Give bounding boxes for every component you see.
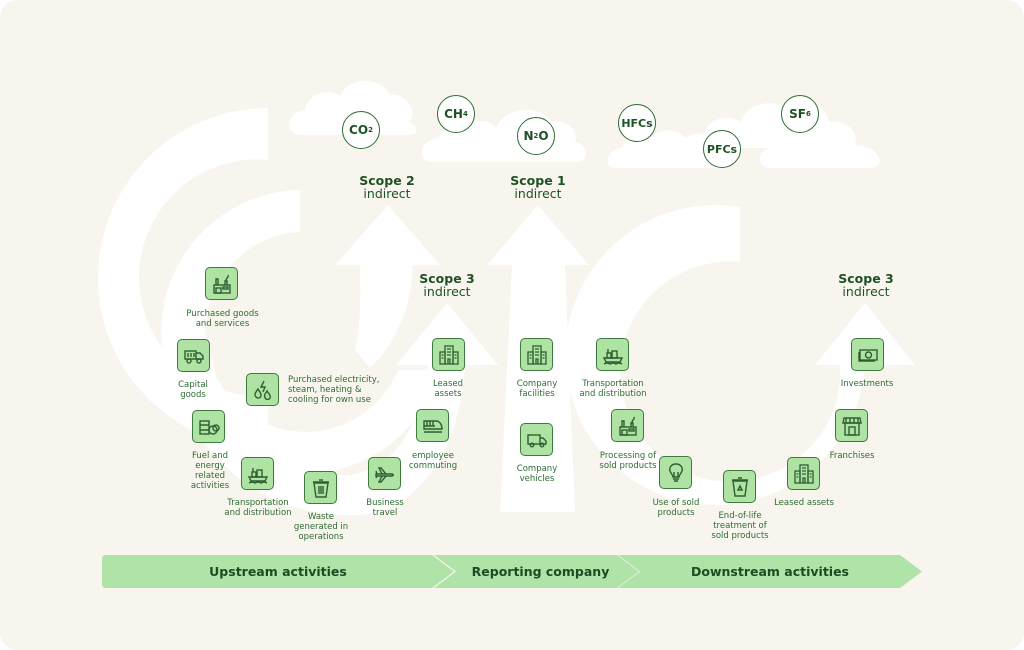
item-label: Franchises bbox=[829, 451, 875, 461]
cargo-ship-icon bbox=[241, 457, 274, 490]
item-label: Waste generated in operations bbox=[293, 512, 349, 542]
gas-formula-tail: O bbox=[538, 129, 549, 143]
item-label: Purchased goods and services bbox=[186, 309, 259, 329]
scope3-downstream-label: Scope 3 indirect bbox=[821, 272, 911, 298]
scope-subtitle: indirect bbox=[363, 186, 411, 201]
dump-truck-icon bbox=[177, 339, 210, 372]
office-building-icon bbox=[520, 338, 553, 371]
band-downstream-activities: Downstream activities bbox=[618, 555, 922, 588]
cargo-ship-icon bbox=[596, 338, 629, 371]
delivery-truck-icon bbox=[520, 423, 553, 456]
scope-subtitle: indirect bbox=[514, 186, 562, 201]
scope2-label: Scope 2 indirect bbox=[342, 174, 432, 200]
gas-n2o: N2O bbox=[517, 117, 555, 155]
banknote-icon bbox=[851, 338, 884, 371]
item-label: Purchased electricity, steam, heating & … bbox=[288, 375, 380, 405]
scope-emissions-diagram: CO 2 CH 4 N2O HFCs PFCs SF 6 Scope 2 indirec… bbox=[0, 0, 1024, 650]
scope-subtitle: indirect bbox=[423, 284, 471, 299]
item-label: Leased assets bbox=[774, 498, 834, 508]
fuel-barrels-icon bbox=[192, 410, 225, 443]
gas-subscript: 2 bbox=[368, 126, 373, 134]
gas-formula: PFCs bbox=[706, 142, 738, 156]
scope1-label: Scope 1 indirect bbox=[493, 174, 583, 200]
scope-subtitle: indirect bbox=[842, 284, 890, 299]
item-label: Transportation and distribution bbox=[579, 379, 647, 399]
energy-drops-icon bbox=[246, 373, 279, 406]
item-label: employee commuting bbox=[408, 451, 458, 471]
gas-co2: CO 2 bbox=[342, 111, 380, 149]
item-label: Processing of sold products bbox=[599, 451, 657, 471]
gas-formula: CH bbox=[444, 107, 463, 121]
background-shapes bbox=[98, 80, 915, 516]
recycle-bin-icon bbox=[723, 470, 756, 503]
item-label: Leased assets bbox=[432, 379, 464, 399]
item-label: End-of-life treatment of sold products bbox=[711, 511, 769, 541]
factory-icon bbox=[205, 267, 238, 300]
gas-formula: HFCs bbox=[621, 116, 653, 130]
band-label: Downstream activities bbox=[691, 564, 849, 579]
item-label: Company facilities bbox=[516, 379, 558, 399]
item-label: Investments bbox=[840, 379, 894, 389]
gas-ch4: CH 4 bbox=[437, 95, 475, 133]
train-icon bbox=[416, 409, 449, 442]
office-building-icon bbox=[787, 457, 820, 490]
gas-subscript: 4 bbox=[462, 110, 468, 118]
airplane-icon bbox=[368, 457, 401, 490]
gas-formula: CO bbox=[349, 123, 369, 137]
band-label: Upstream activities bbox=[209, 564, 347, 579]
gas-pfcs: PFCs bbox=[703, 130, 741, 168]
trash-bin-icon bbox=[304, 471, 337, 504]
light-bulb-icon bbox=[659, 456, 692, 489]
item-label: Fuel and energy related activities bbox=[190, 451, 230, 491]
factory-icon bbox=[611, 409, 644, 442]
item-label: Capital goods bbox=[178, 380, 208, 400]
item-label: Use of sold products bbox=[652, 498, 700, 518]
gas-subscript: 6 bbox=[805, 110, 811, 118]
gas-hfcs: HFCs bbox=[618, 104, 656, 142]
gas-sf6: SF 6 bbox=[781, 95, 819, 133]
office-building-icon bbox=[432, 338, 465, 371]
item-label: Company vehicles bbox=[516, 464, 558, 484]
gas-formula: N bbox=[523, 129, 534, 143]
scope3-upstream-label: Scope 3 indirect bbox=[402, 272, 492, 298]
band-upstream-activities: Upstream activities bbox=[102, 555, 454, 588]
storefront-icon bbox=[835, 409, 868, 442]
band-reporting-company: Reporting company bbox=[434, 555, 639, 588]
item-label: Business travel bbox=[366, 498, 404, 518]
band-label: Reporting company bbox=[471, 564, 610, 579]
gas-formula: SF bbox=[789, 107, 806, 121]
